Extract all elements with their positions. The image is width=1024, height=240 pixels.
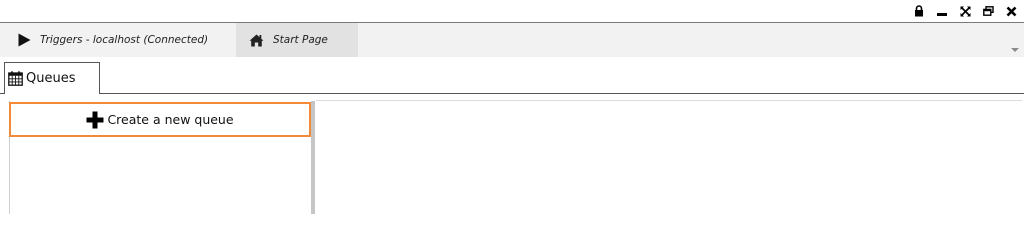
tab-start-page[interactable]: Start Page [236, 23, 358, 57]
tab-triggers-label: Triggers - localhost (Connected) [40, 34, 209, 46]
home-icon [249, 34, 264, 47]
create-queue-button[interactable]: Create a new queue [9, 102, 311, 137]
app-window: Triggers - localhost (Connected) Start P… [0, 0, 1024, 214]
tab-start-page-label: Start Page [273, 34, 328, 46]
tab-triggers[interactable]: Triggers - localhost (Connected) [0, 23, 236, 57]
lock-icon[interactable] [910, 3, 928, 19]
play-icon [18, 33, 31, 47]
panel-splitter[interactable] [311, 101, 315, 214]
window-controls [905, 3, 1020, 19]
title-bar [0, 0, 1024, 22]
calendar-icon [8, 71, 23, 86]
tab-queues-label: Queues [26, 71, 76, 86]
tab-queues[interactable]: Queues [4, 62, 100, 94]
content-divider [316, 100, 1022, 101]
fullscreen-icon[interactable] [956, 3, 974, 19]
close-icon[interactable] [1002, 3, 1020, 19]
inner-tab-strip [0, 57, 1024, 94]
plus-icon [86, 111, 104, 129]
restore-icon[interactable] [979, 3, 997, 19]
chevron-down-icon[interactable] [1010, 38, 1020, 52]
minimize-icon[interactable] [933, 3, 951, 19]
document-tab-strip: Triggers - localhost (Connected) Start P… [0, 23, 1024, 57]
create-queue-label: Create a new queue [107, 112, 234, 127]
